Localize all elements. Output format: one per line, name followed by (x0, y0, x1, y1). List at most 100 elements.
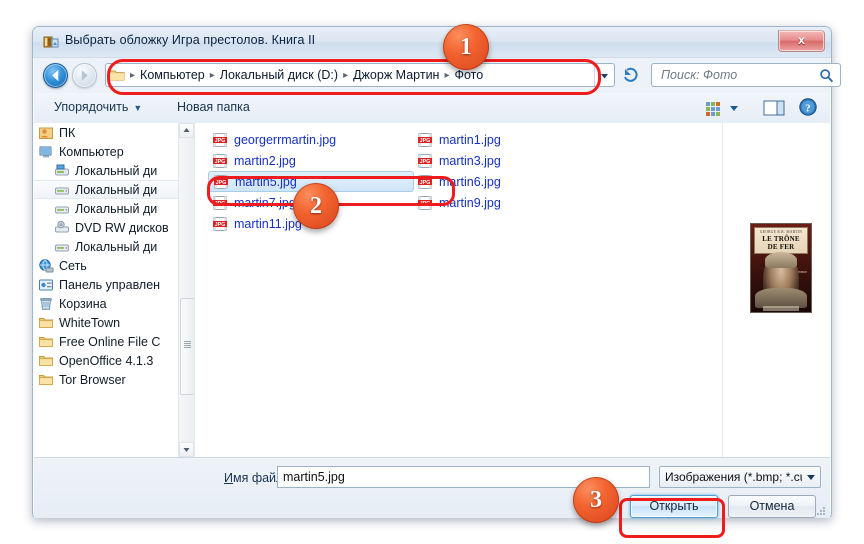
folder-icon (39, 374, 53, 385)
breadcrumb: ▸ Компьютер ▸ Локальный диск (D:) ▸ Джор… (106, 64, 614, 86)
breadcrumb-item-3[interactable]: Джорж Мартин (350, 66, 442, 84)
navigation-scrollbar[interactable] (178, 123, 194, 457)
resize-grip[interactable] (815, 504, 827, 516)
forward-button[interactable] (72, 63, 97, 88)
preview-pane: GEORGE R.R. MARTIN LE TRÔNE DE FER roman (726, 123, 830, 457)
cover-title-line1: LE TRÔNE (762, 235, 800, 243)
file-type-value: Изображения (*.bmp; *.cur; *.c (665, 470, 802, 484)
sidebar-item-9[interactable]: Корзина (34, 294, 194, 313)
sidebar-item-4[interactable]: Локальный ди (34, 199, 194, 218)
sidebar-item-11[interactable]: Free Online File C (34, 332, 194, 351)
address-dropdown-button[interactable] (594, 64, 614, 86)
help-button[interactable]: ? (798, 97, 818, 117)
file-item-1[interactable]: JPG martin3.jpg (413, 150, 613, 171)
dialog-footer: Имя файла: Изображения (*.bmp; *.cur; *.… (34, 457, 830, 518)
file-name: martin2.jpg (234, 153, 296, 168)
sidebar-item-label: Локальный ди (75, 182, 158, 197)
chevron-down-icon (601, 74, 608, 79)
refresh-button[interactable] (619, 63, 643, 87)
sidebar-item-5[interactable]: DVD RW дисков (34, 218, 194, 237)
sidebar-item-label: Компьютер (59, 144, 124, 159)
cover-publisher-mark (763, 306, 799, 311)
jpg-file-icon: JPG (213, 174, 229, 190)
sidebar-item-label: Панель управлен (59, 277, 161, 292)
scrollbar-thumb[interactable] (180, 298, 194, 395)
file-name: martin9.jpg (439, 195, 501, 210)
file-item-0[interactable]: JPG georgerrmartin.jpg (208, 129, 413, 150)
sidebar-item-0[interactable]: ПК (34, 123, 194, 142)
file-item-3[interactable]: JPG martin9.jpg (413, 192, 613, 213)
breadcrumb-item-1[interactable]: Компьютер (137, 66, 208, 84)
scrollbar-grip (184, 341, 191, 348)
sidebar-item-10[interactable]: WhiteTown (34, 313, 194, 332)
svg-text:JPG: JPG (420, 180, 431, 186)
svg-text:JPG: JPG (216, 180, 227, 186)
view-mode-button[interactable] (704, 98, 746, 118)
dvd-drive-icon (55, 220, 69, 232)
book-cover-preview: GEORGE R.R. MARTIN LE TRÔNE DE FER roman (750, 223, 812, 313)
sidebar-item-3[interactable]: Локальный ди (34, 180, 194, 199)
preview-pane-button[interactable] (762, 98, 786, 118)
svg-text:JPG: JPG (215, 138, 226, 144)
drive-icon (54, 239, 70, 255)
cover-roman-label: roman (797, 270, 807, 274)
sidebar-item-6[interactable]: Локальный ди (34, 237, 194, 256)
jpg-file-icon: JPG (212, 153, 228, 169)
file-list[interactable]: JPG georgerrmartin.jpg JPG martin2.jpg JPG ma… (198, 123, 722, 457)
file-item-2[interactable]: JPG martin6.jpg (413, 171, 613, 192)
sidebar-item-label: Корзина (59, 296, 107, 311)
navigation-row: ▸ Компьютер ▸ Локальный диск (D:) ▸ Джор… (33, 57, 841, 93)
breadcrumb-item-2[interactable]: Локальный диск (D:) (217, 66, 341, 84)
sidebar-item-12[interactable]: OpenOffice 4.1.3 (34, 351, 194, 370)
drive-icon (55, 187, 69, 194)
file-item-1[interactable]: JPG martin2.jpg (208, 150, 413, 171)
file-column-2: JPG martin1.jpg JPG martin3.jpg JPG martin6.j… (413, 129, 613, 213)
back-button[interactable] (43, 63, 68, 88)
chevron-down-icon (807, 475, 815, 480)
sidebar-item-1[interactable]: Компьютер (34, 142, 194, 161)
sidebar-item-label: Локальный ди (75, 201, 158, 216)
search-box[interactable]: Поиск: Фото (651, 63, 841, 87)
file-item-0[interactable]: JPG martin1.jpg (413, 129, 613, 150)
control-panel-icon (38, 277, 54, 293)
cover-author: GEORGE R.R. MARTIN (759, 230, 803, 234)
file-type-select[interactable]: Изображения (*.bmp; *.cur; *.c (659, 466, 821, 488)
open-button[interactable]: Открыть (630, 495, 718, 518)
sidebar-item-2[interactable]: Локальный ди (34, 161, 194, 180)
jpg-file-icon: JPG (418, 195, 432, 210)
sidebar-item-8[interactable]: Панель управлен (34, 275, 194, 294)
computer-icon (39, 146, 52, 157)
sidebar-item-label: WhiteTown (59, 315, 121, 330)
dvd-drive-icon (54, 220, 70, 236)
drive-icon (55, 206, 69, 213)
close-button[interactable]: x (778, 30, 825, 52)
sidebar-item-label: Локальный ди (75, 163, 158, 178)
sidebar-item-label: OpenOffice 4.1.3 (59, 353, 154, 368)
chevron-down-icon: ▼ (133, 103, 143, 113)
forward-arrow-icon (81, 69, 88, 82)
cover-armor (755, 288, 807, 308)
organize-button[interactable]: Упорядочить ▼ (54, 100, 142, 114)
dialog-body: ПК Компьютер Локальный ди Локальный ди Локал… (34, 123, 830, 457)
folder-icon (39, 317, 53, 328)
folder-icon (38, 315, 54, 331)
breadcrumb-separator: ▸ (130, 69, 136, 81)
jpg-file-icon: JPG (418, 174, 432, 189)
breadcrumb-separator: ▸ (209, 69, 215, 81)
recycle-bin-icon (40, 297, 52, 310)
svg-text:?: ? (805, 102, 811, 114)
svg-text:JPG: JPG (215, 159, 226, 165)
sidebar-item-13[interactable]: Tor Browser (34, 370, 194, 389)
new-folder-button[interactable]: Новая папка (177, 100, 250, 114)
jpg-file-icon: JPG (213, 216, 227, 231)
sidebar-item-7[interactable]: Сеть (34, 256, 194, 275)
address-bar[interactable]: ▸ Компьютер ▸ Локальный диск (D:) ▸ Джор… (105, 63, 615, 87)
scroll-down-button[interactable] (179, 442, 194, 457)
cancel-button[interactable]: Отмена (728, 495, 816, 518)
search-input[interactable]: Поиск: Фото (661, 68, 737, 82)
scroll-up-button[interactable] (179, 123, 194, 138)
search-icon[interactable] (819, 68, 834, 83)
breadcrumb-separator: ▸ (343, 69, 349, 81)
cover-title-band: GEORGE R.R. MARTIN LE TRÔNE DE FER (754, 227, 808, 254)
cover-title-line2: DE FER (767, 243, 795, 251)
